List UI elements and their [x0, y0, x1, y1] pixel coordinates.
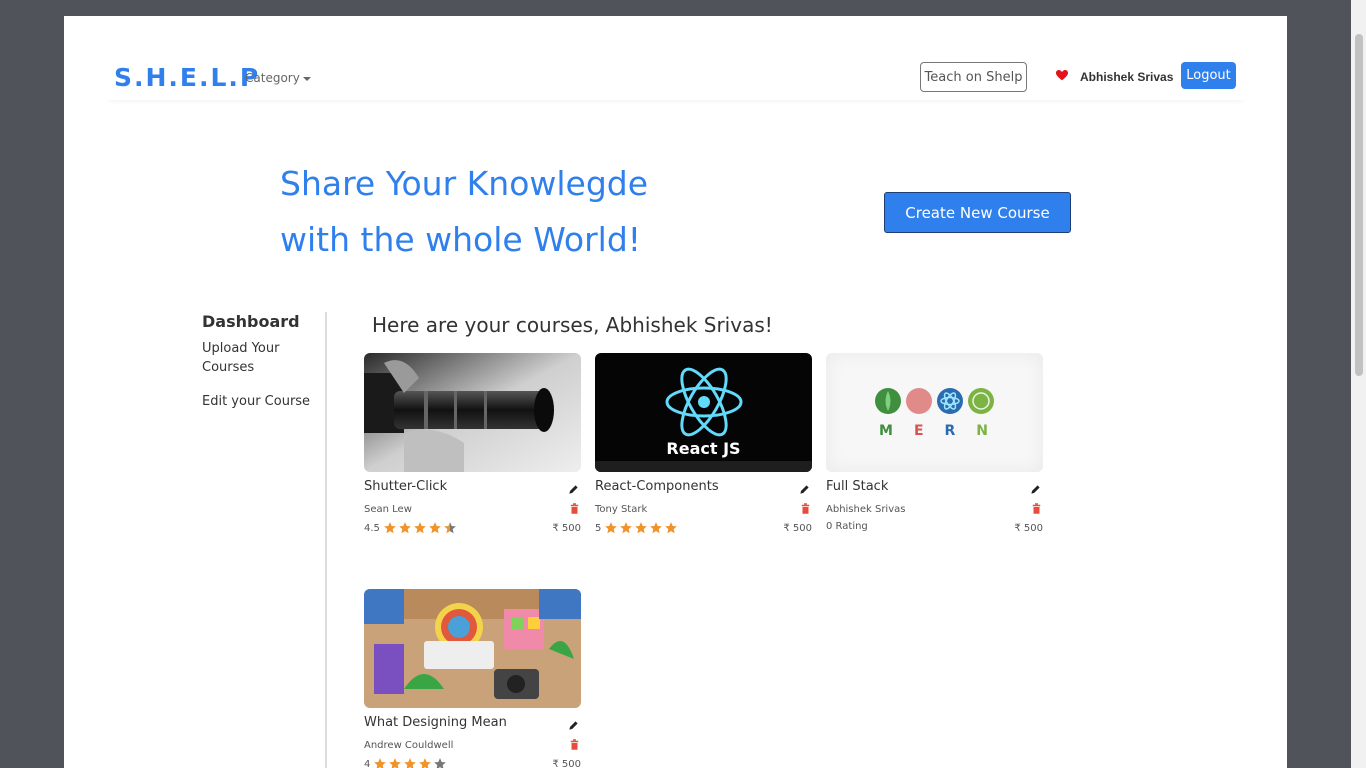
heart-icon[interactable]: [1055, 68, 1069, 82]
pencil-icon[interactable]: [799, 484, 810, 495]
rating-value: 4: [364, 758, 371, 768]
mern-letter: E: [913, 423, 924, 439]
star-icon: [665, 522, 678, 534]
course-author: Tony Stark: [595, 504, 648, 515]
camera-lens-image: [364, 353, 581, 472]
star-icon: [635, 522, 648, 534]
course-author: Sean Lew: [364, 504, 412, 515]
rating-stars: [373, 757, 447, 768]
rating-value: 0 Rating: [826, 521, 868, 532]
trash-icon[interactable]: [801, 503, 810, 514]
trash-icon[interactable]: [1032, 503, 1041, 514]
course-author: Andrew Couldwell: [364, 740, 454, 751]
course-price: ₹ 500: [783, 523, 812, 534]
star-icon: [414, 522, 426, 534]
mern-logo-image: [875, 388, 994, 414]
sidebar-item-edit-course[interactable]: Edit your Course: [202, 392, 327, 411]
course-author: Abhishek Srivas: [826, 504, 906, 515]
sidebar-heading[interactable]: Dashboard: [202, 312, 327, 331]
course-thumbnail[interactable]: [364, 353, 581, 472]
course-thumbnail[interactable]: [364, 589, 581, 708]
star-icon: [444, 522, 456, 534]
star-icon: [399, 522, 411, 534]
mern-letter: M: [879, 423, 893, 439]
star-icon: [404, 758, 417, 768]
course-rating: 4.5: [364, 521, 457, 535]
page: S.H.E.L.P Category Teach on Shelp Abhish…: [64, 16, 1287, 768]
trash-icon[interactable]: [570, 739, 579, 750]
star-icon: [620, 522, 633, 534]
sidebar-item-upload-courses[interactable]: Upload Your Courses: [202, 339, 327, 377]
logout-button[interactable]: Logout: [1181, 62, 1236, 89]
course-title[interactable]: Full Stack: [826, 479, 888, 494]
navbar: S.H.E.L.P Category Teach on Shelp Abhish…: [104, 56, 1246, 100]
username[interactable]: Abhishek Srivas: [1080, 70, 1173, 84]
course-rating: 0 Rating: [826, 521, 868, 532]
hero-heading: Share Your Knowlegde with the whole Worl…: [280, 156, 648, 268]
category-dropdown[interactable]: Category: [245, 71, 311, 85]
create-new-course-button[interactable]: Create New Course: [884, 192, 1071, 233]
rating-stars: [604, 521, 678, 535]
scrollbar[interactable]: [1351, 0, 1366, 768]
category-label: Category: [245, 71, 300, 85]
scrollbar-thumb[interactable]: [1355, 34, 1363, 376]
course-card-what-designing-mean[interactable]: What Designing Mean Andrew Couldwell 4 ₹…: [364, 589, 581, 768]
course-title[interactable]: Shutter-Click: [364, 479, 447, 494]
sidebar-divider: [325, 312, 327, 768]
star-icon: [434, 758, 447, 768]
teach-on-shelp-button[interactable]: Teach on Shelp: [920, 62, 1027, 92]
course-thumbnail[interactable]: M E R N: [826, 353, 1043, 472]
star-icon: [650, 522, 663, 534]
course-rating: 5: [595, 521, 678, 535]
course-title[interactable]: What Designing Mean: [364, 715, 507, 730]
react-js-label: React JS: [666, 439, 741, 458]
star-icon: [605, 522, 618, 534]
star-icon: [389, 758, 402, 768]
course-card-shutter-click[interactable]: Shutter-Click Sean Lew 4.5 ₹ 500: [364, 353, 581, 534]
star-icon: [374, 758, 387, 768]
pencil-icon[interactable]: [568, 720, 579, 731]
pencil-icon[interactable]: [568, 484, 579, 495]
hero-line-1: Share Your Knowlegde: [280, 164, 649, 203]
rating-stars: [383, 521, 457, 535]
brand-logo[interactable]: S.H.E.L.P: [114, 63, 260, 92]
pencil-icon[interactable]: [1030, 484, 1041, 495]
course-price: ₹ 500: [552, 523, 581, 534]
mern-letter: N: [976, 423, 989, 439]
trash-icon[interactable]: [570, 503, 579, 514]
design-desk-image: [364, 589, 581, 708]
caret-down-icon: [302, 76, 311, 81]
courses-heading: Here are your courses, Abhishek Srivas!: [372, 313, 773, 337]
star-icon: [384, 522, 396, 534]
course-price: ₹ 500: [552, 759, 581, 768]
course-card-react-components[interactable]: React JS React-Components Tony Stark 5 ₹…: [595, 353, 812, 534]
rating-value: 4.5: [364, 522, 380, 534]
rating-value: 5: [595, 522, 602, 534]
star-icon: [419, 758, 432, 768]
star-icon: [429, 522, 441, 534]
hero-line-2: with the whole World!: [280, 220, 642, 259]
course-title[interactable]: React-Components: [595, 479, 719, 494]
mern-letter: R: [944, 423, 956, 439]
course-rating: 4: [364, 757, 447, 768]
mern-letters: M E R N: [879, 423, 988, 439]
course-thumbnail[interactable]: React JS: [595, 353, 812, 472]
course-card-full-stack[interactable]: M E R N Full Stack Abhishek Srivas 0 Rat…: [826, 353, 1043, 534]
course-price: ₹ 500: [1014, 523, 1043, 534]
sidebar: Dashboard Upload Your Courses Edit your …: [202, 312, 327, 426]
